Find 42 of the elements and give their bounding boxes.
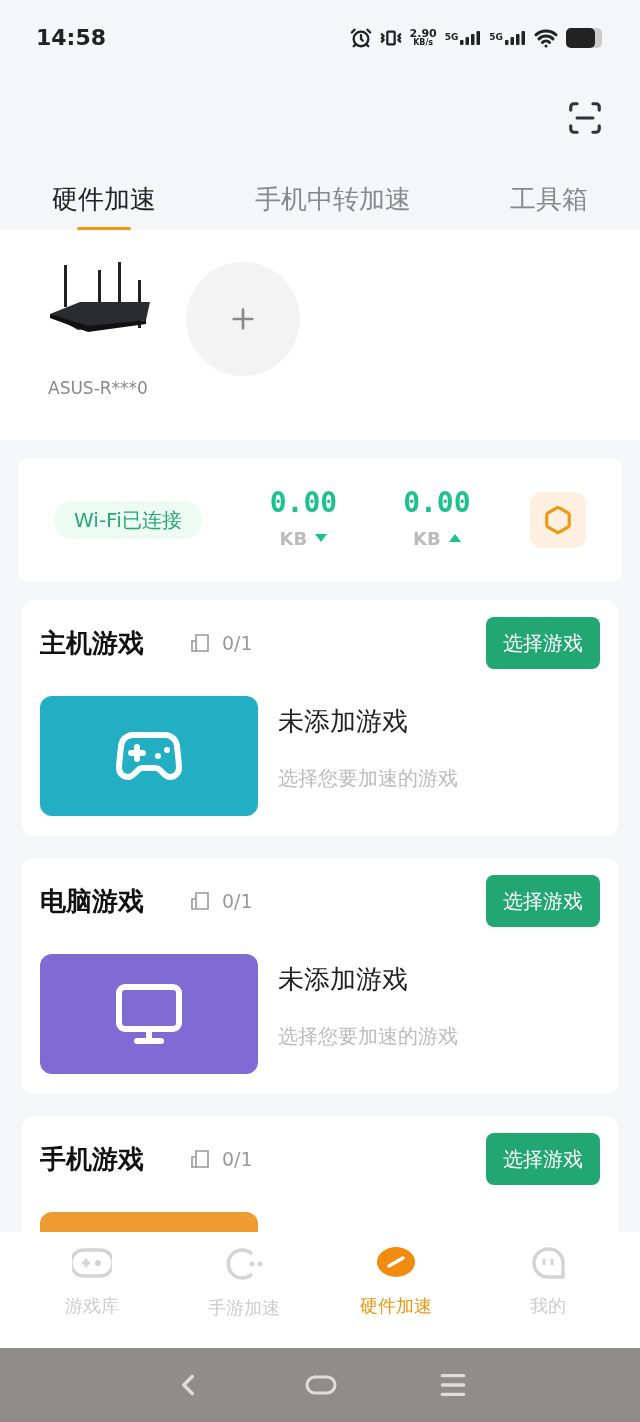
battery-icon <box>566 27 604 48</box>
device-count: 0/1 <box>222 630 253 656</box>
hint-text: 选择您要加速的游戏 <box>278 765 458 792</box>
signal-icon <box>504 30 526 45</box>
face-icon <box>530 1246 566 1280</box>
select-game-button[interactable]: 选择游戏 <box>486 875 600 927</box>
settings-icon <box>543 505 573 535</box>
speed-value: 0.00 <box>403 488 471 517</box>
up-triangle-icon <box>448 534 461 542</box>
device-count: 0/1 <box>222 1146 253 1172</box>
speed-value: 0.00 <box>269 488 338 517</box>
alarm-icon <box>349 26 372 49</box>
speedometer-icon <box>376 1246 416 1280</box>
speed-unit: KB <box>279 526 308 551</box>
network-type: 5G <box>489 30 503 44</box>
settings-button[interactable] <box>530 492 586 548</box>
network-speed-unit: KB/s <box>413 39 434 47</box>
device-name: ASUS-R***0 <box>48 377 148 400</box>
device-count-icon <box>190 1149 210 1169</box>
empty-title: 未添加游戏 <box>278 705 409 738</box>
device-count-icon <box>190 891 210 911</box>
card-title: 手机游戏 <box>40 1142 145 1176</box>
network-speed: 2.90 <box>409 28 437 39</box>
wifi-status: Wi-Fi已连接 <box>54 501 202 539</box>
card-title: 主机游戏 <box>40 626 145 660</box>
card-title: 电脑游戏 <box>40 884 145 918</box>
nav-item[interactable]: 硬件加速 <box>336 1246 456 1319</box>
device-count-icon <box>190 633 210 653</box>
network-type: 5G <box>444 30 459 44</box>
signal-icon <box>459 30 482 45</box>
select-game-button[interactable]: 选择游戏 <box>486 617 600 669</box>
tab[interactable]: 工具箱 <box>510 160 588 231</box>
hint-text: 选择您要加速的游戏 <box>278 1023 458 1050</box>
tab[interactable]: 手机中转加速 <box>255 160 411 231</box>
gamepad-icon <box>72 1246 112 1280</box>
home-icon[interactable] <box>305 1375 337 1395</box>
speed-unit: KB <box>413 526 441 551</box>
down-triangle-icon <box>315 534 328 542</box>
status-time: 14:58 <box>36 24 107 52</box>
select-game-button[interactable]: 选择游戏 <box>486 1133 600 1185</box>
device-count: 0/1 <box>222 888 253 914</box>
empty-title: 未添加游戏 <box>278 963 409 996</box>
